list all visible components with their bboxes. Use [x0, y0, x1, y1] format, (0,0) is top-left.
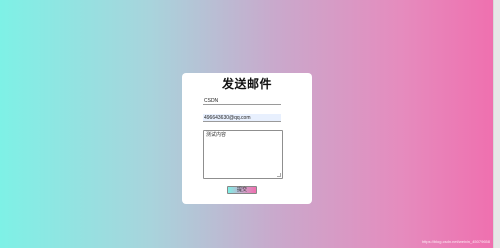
- name-input[interactable]: CSDN: [203, 97, 281, 105]
- submit-button[interactable]: 提交: [227, 186, 257, 194]
- resize-grip-icon[interactable]: [277, 173, 281, 177]
- form-title: 发送邮件: [221, 77, 272, 91]
- mail-form-card: 发送邮件 CSDN 496643630@qq.com 测试内容 提交: [182, 73, 312, 204]
- content-text: 测试内容: [206, 132, 227, 138]
- page-background: { "form": { "title": "发送邮件", "name_value…: [0, 0, 500, 248]
- email-input[interactable]: 496643630@qq.com: [203, 114, 281, 122]
- vertical-scrollbar[interactable]: [493, 0, 500, 248]
- content-textarea[interactable]: 测试内容: [203, 130, 283, 179]
- watermark-text: https://blog.csdn.net/weixin_45079658: [421, 239, 490, 244]
